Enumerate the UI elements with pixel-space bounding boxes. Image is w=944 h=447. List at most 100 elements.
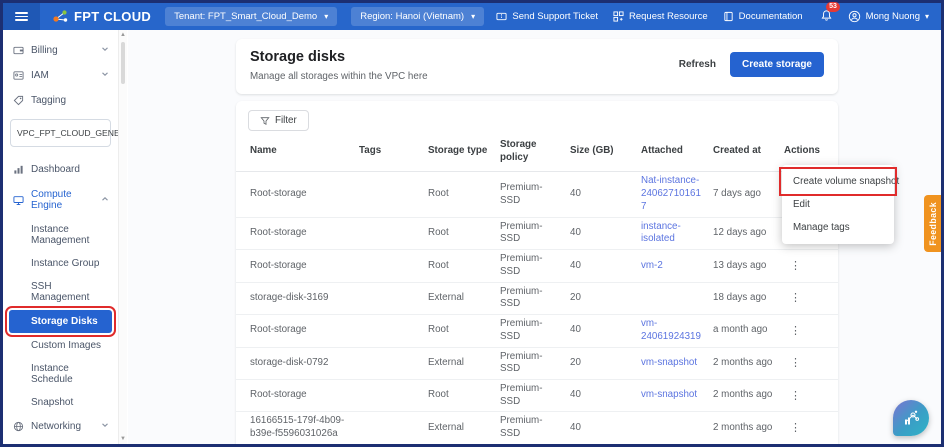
sidebar-item-dashboard[interactable]: Dashboard: [3, 157, 118, 182]
billing-icon: [12, 45, 24, 56]
attached-instance-link[interactable]: vm-snapshot: [641, 389, 697, 400]
cell-created-at: a month ago: [713, 324, 784, 337]
cell-storage-policy: Premium-SSD: [500, 318, 570, 343]
request-resource-link[interactable]: Request Resource: [613, 11, 708, 22]
sidebar-item-label: Compute Engine: [31, 189, 94, 211]
sidebar-item-autoscaling[interactable]: Autoscaling: [3, 439, 118, 444]
cell-storage-type: External: [428, 422, 500, 435]
attached-instance-link[interactable]: vm-24061924319: [641, 318, 701, 342]
cell-size: 40: [570, 227, 641, 240]
sidebar-item-custom-images[interactable]: Custom Images: [3, 334, 118, 357]
vpc-selector[interactable]: VPC_FPT_CLOUD_GENERAL ▾: [10, 119, 111, 147]
region-label: Region: Hanoi (Vietnam): [360, 11, 464, 22]
cell-name: storage-disk-0792: [250, 357, 359, 370]
row-actions-button[interactable]: ⋮: [784, 324, 838, 338]
cell-storage-policy: Premium-SSD: [500, 415, 570, 440]
attached-instance-link[interactable]: vm-2: [641, 260, 663, 271]
filter-button[interactable]: Filter: [248, 110, 309, 131]
region-selector[interactable]: Region: Hanoi (Vietnam) ▾: [351, 7, 484, 26]
hamburger-icon: [15, 10, 28, 23]
cell-attached: vm-2: [641, 260, 713, 273]
cell-name: storage-disk-3169: [250, 292, 359, 305]
page-header-card: Storage disks Manage all storages within…: [236, 39, 838, 94]
attached-instance-link[interactable]: vm-snapshot: [641, 357, 697, 368]
user-menu[interactable]: Mong Nuong ▾: [848, 10, 929, 23]
sidebar: Billing IAM Tagging VPC_FPT_CLOUD_GENERA…: [3, 30, 118, 444]
row-actions-button[interactable]: ⋮: [784, 291, 838, 305]
column-header-storage-type[interactable]: Storage type: [428, 145, 500, 158]
cell-size: 20: [570, 292, 641, 305]
row-actions-button[interactable]: ⋮: [784, 389, 838, 403]
column-header-attached[interactable]: Attached: [641, 145, 713, 158]
tenant-selector[interactable]: Tenant: FPT_Smart_Cloud_Demo ▾: [165, 7, 337, 26]
sidebar-item-ssh-management[interactable]: SSH Management: [3, 275, 118, 309]
sidebar-item-instance-group[interactable]: Instance Group: [3, 252, 118, 275]
cell-created-at: 2 months ago: [713, 422, 784, 435]
cell-storage-policy: Premium-SSD: [500, 351, 570, 376]
scroll-up-icon[interactable]: ▲: [119, 32, 127, 38]
sidebar-item-instance-schedule[interactable]: Instance Schedule: [3, 357, 118, 391]
chevron-down-icon: [101, 421, 109, 432]
sidebar-item-label: Instance Group: [31, 258, 99, 269]
create-storage-button[interactable]: Create storage: [730, 52, 824, 77]
request-resource-label: Request Resource: [629, 11, 708, 22]
sidebar-item-billing[interactable]: Billing: [3, 38, 118, 63]
ai-assistant-button[interactable]: [893, 400, 929, 436]
table-row: 16166515-179f-4b09-b39e-f5596031026a Ext…: [236, 412, 838, 444]
cell-created-at: 13 days ago: [713, 260, 784, 273]
row-actions-menu: Create volume snapshot Edit Manage tags: [782, 165, 894, 244]
menu-toggle-button[interactable]: [3, 3, 40, 30]
table-header-row: Name Tags Storage type Storage policy Si…: [236, 139, 838, 172]
sidebar-item-tagging[interactable]: Tagging: [3, 88, 118, 113]
row-actions-button[interactable]: ⋮: [784, 421, 838, 435]
scrollbar-thumb[interactable]: [121, 42, 125, 84]
sidebar-item-label: Tagging: [31, 95, 66, 106]
row-actions-button[interactable]: ⋮: [784, 259, 838, 273]
sidebar-item-networking[interactable]: Networking: [3, 414, 118, 439]
column-header-name[interactable]: Name: [250, 145, 359, 158]
column-header-created-at[interactable]: Created at: [713, 145, 784, 158]
feedback-tab[interactable]: Feedback: [924, 195, 941, 252]
documentation-link[interactable]: Documentation: [723, 11, 803, 22]
table-row: Root-storage Root Premium-SSD 40 vm-snap…: [236, 380, 838, 412]
sidebar-item-storage-disks[interactable]: Storage Disks: [9, 310, 112, 333]
cell-size: 40: [570, 260, 641, 273]
fpt-logo-icon: [52, 9, 69, 24]
menu-item-edit[interactable]: Edit: [782, 193, 894, 216]
menu-item-manage-tags[interactable]: Manage tags: [782, 216, 894, 239]
user-name: Mong Nuong: [866, 11, 920, 22]
cell-size: 40: [570, 188, 641, 201]
cell-size: 20: [570, 357, 641, 370]
refresh-button[interactable]: Refresh: [679, 59, 716, 70]
cell-attached: instance-isolated: [641, 221, 713, 246]
attached-instance-link[interactable]: instance-isolated: [641, 221, 681, 245]
table-row: Root-storage Root Premium-SSD 40 instanc…: [236, 218, 838, 250]
vpc-selector-value: VPC_FPT_CLOUD_GENERAL: [17, 128, 118, 138]
column-header-size[interactable]: Size (GB): [570, 145, 641, 158]
attached-instance-link[interactable]: Nat-instance-240627101617: [641, 175, 701, 211]
cell-storage-type: Root: [428, 188, 500, 201]
sidebar-item-compute-engine[interactable]: Compute Engine: [3, 182, 118, 218]
column-header-tags[interactable]: Tags: [359, 145, 428, 158]
column-header-storage-policy[interactable]: Storage policy: [500, 139, 570, 164]
fpt-cloud-logo: FPT CLOUD: [52, 9, 151, 24]
page-title: Storage disks: [250, 49, 428, 65]
scroll-down-icon[interactable]: ▼: [119, 436, 127, 442]
cell-storage-policy: Premium-SSD: [500, 253, 570, 278]
sidebar-item-iam[interactable]: IAM: [3, 63, 118, 88]
sidebar-item-instance-management[interactable]: Instance Management: [3, 218, 118, 252]
sidebar-scrollbar[interactable]: ▲ ▼: [118, 30, 127, 444]
cell-name: 16166515-179f-4b09-b39e-f5596031026a: [250, 415, 359, 440]
send-support-ticket-link[interactable]: Send Support Ticket: [496, 11, 598, 22]
sidebar-item-snapshot[interactable]: Snapshot: [3, 391, 118, 414]
cell-created-at: 2 months ago: [713, 389, 784, 402]
table-row: storage-disk-0792 External Premium-SSD 2…: [236, 348, 838, 380]
storage-table-card: Filter Name Tags Storage type Storage po…: [236, 101, 838, 444]
cell-size: 40: [570, 389, 641, 402]
notifications-button[interactable]: 53: [820, 9, 833, 25]
menu-item-create-volume-snapshot[interactable]: Create volume snapshot: [782, 170, 894, 193]
cell-storage-type: Root: [428, 260, 500, 273]
table-row: Root-storage Root Premium-SSD 40 Nat-ins…: [236, 172, 838, 217]
cell-created-at: 2 months ago: [713, 357, 784, 370]
row-actions-button[interactable]: ⋮: [784, 356, 838, 370]
